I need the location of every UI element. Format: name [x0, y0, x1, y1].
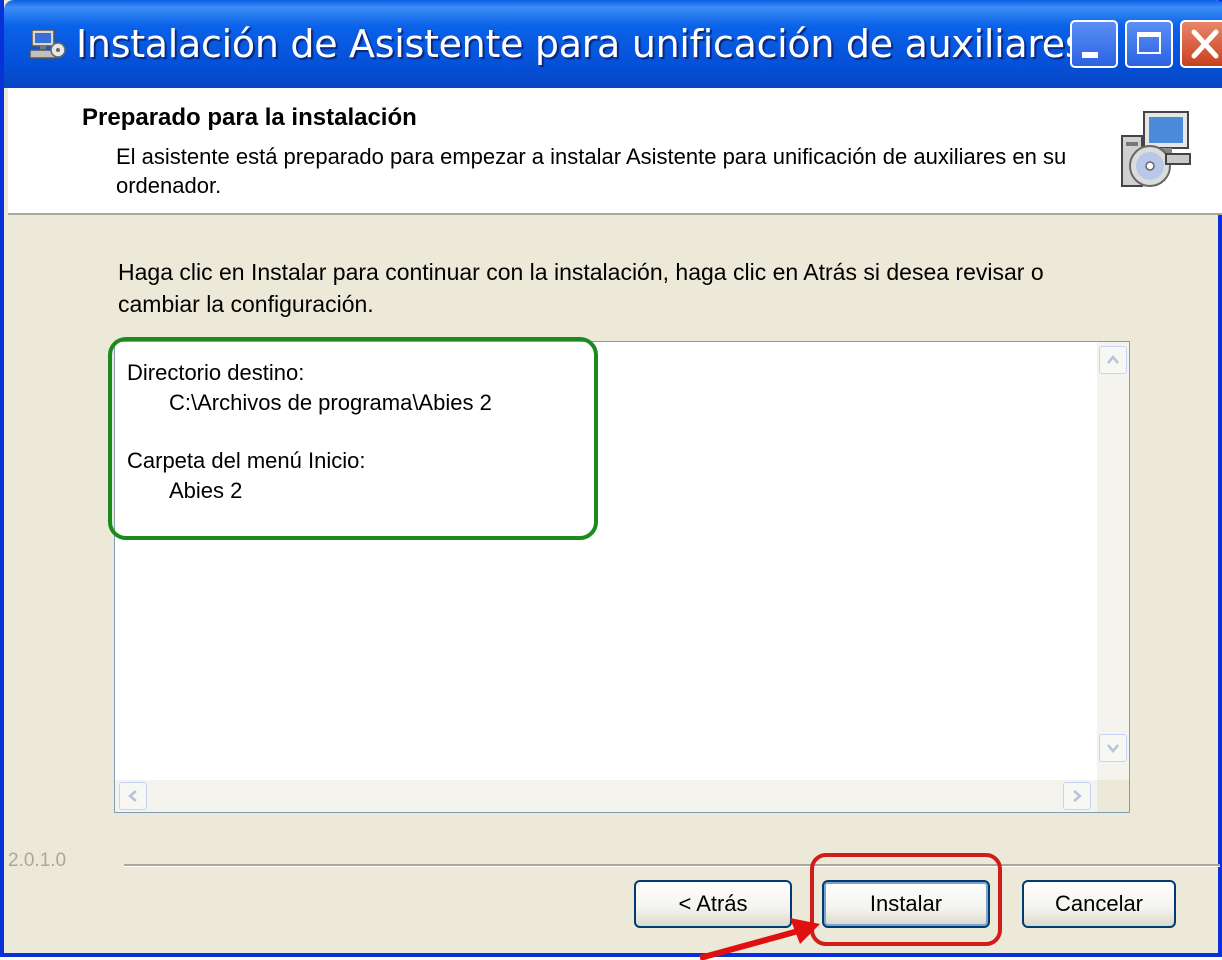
footer-divider — [124, 864, 1220, 867]
horizontal-scrollbar[interactable] — [115, 780, 1097, 812]
maximize-button[interactable] — [1125, 20, 1173, 68]
minimize-button[interactable] — [1070, 20, 1118, 68]
chevron-right-icon — [1073, 790, 1082, 802]
scroll-left-button[interactable] — [119, 782, 147, 810]
scroll-corner — [1097, 780, 1129, 812]
vertical-scrollbar[interactable] — [1097, 342, 1129, 780]
red-arrow-annotation — [699, 918, 820, 960]
setup-computer-icon — [1121, 111, 1191, 187]
installer-window: Instalación de Asistente para unificació… — [0, 0, 1222, 960]
window-title: Instalación de Asistente para unificació… — [76, 22, 1085, 66]
wizard-header: Preparado para la instalación El asisten… — [8, 88, 1222, 215]
close-button[interactable] — [1180, 20, 1222, 68]
close-icon — [1191, 29, 1219, 59]
chevron-up-icon — [1107, 355, 1119, 364]
installer-app-icon — [29, 29, 66, 59]
cancel-button[interactable]: Cancelar — [1022, 880, 1176, 928]
maximize-icon — [1137, 32, 1161, 54]
green-highlight-annotation — [108, 337, 598, 540]
chevron-down-icon — [1107, 744, 1119, 753]
page-title: Preparado para la instalación — [82, 104, 417, 131]
scroll-right-button[interactable] — [1063, 782, 1091, 810]
version-label: 2.0.1.0 — [8, 850, 67, 871]
instructions-text: Haga clic en Instalar para continuar con… — [118, 259, 1044, 317]
scroll-up-button[interactable] — [1099, 346, 1127, 374]
scroll-down-button[interactable] — [1099, 734, 1127, 762]
page-subtitle: El asistente está preparado para empezar… — [116, 144, 1067, 198]
title-bar[interactable]: Instalación de Asistente para unificació… — [4, 0, 1222, 88]
chevron-left-icon — [128, 790, 137, 802]
red-highlight-annotation — [810, 853, 1002, 946]
minimize-icon — [1082, 52, 1098, 58]
